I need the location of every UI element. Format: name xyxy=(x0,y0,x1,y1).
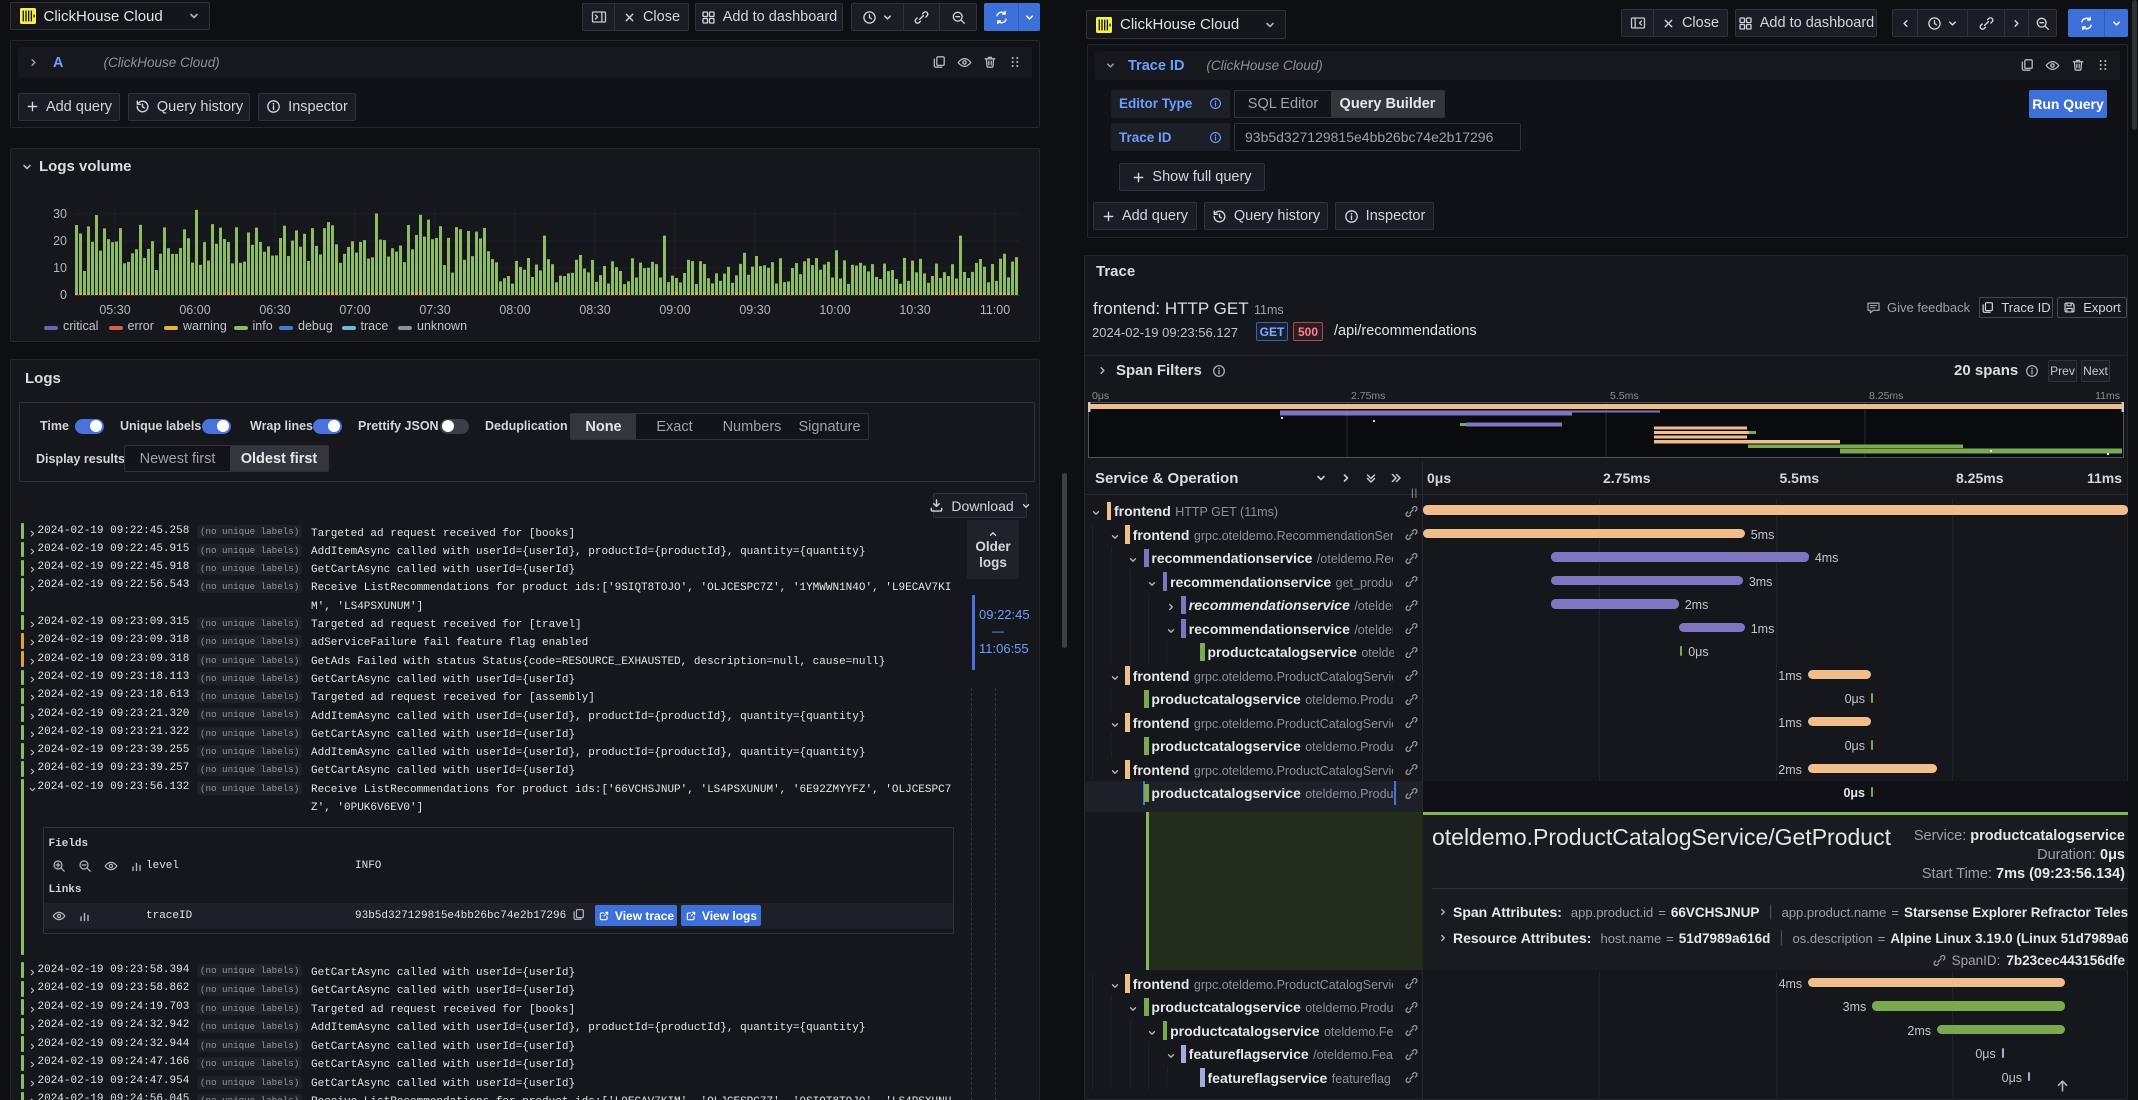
svg-text:8.25ms: 8.25ms xyxy=(1869,390,1903,402)
svg-text:09:30: 09:30 xyxy=(739,303,770,317)
svg-text:0μs: 0μs xyxy=(1092,390,1109,402)
svg-text:10:30: 10:30 xyxy=(899,303,930,317)
svg-text:06:30: 06:30 xyxy=(259,303,290,317)
svg-text:11ms: 11ms xyxy=(2095,390,2120,402)
svg-text:2.75ms: 2.75ms xyxy=(1351,390,1385,402)
svg-text:07:00: 07:00 xyxy=(339,303,370,317)
svg-text:11:00: 11:00 xyxy=(980,303,1010,317)
svg-text:06:00: 06:00 xyxy=(179,303,210,317)
svg-text:08:00: 08:00 xyxy=(499,303,530,317)
svg-text:09:00: 09:00 xyxy=(659,303,690,317)
svg-text:05:30: 05:30 xyxy=(99,303,130,317)
svg-text:07:30: 07:30 xyxy=(419,303,450,317)
svg-text:30: 30 xyxy=(53,207,67,221)
svg-text:5.5ms: 5.5ms xyxy=(1610,390,1639,402)
svg-text:10: 10 xyxy=(53,261,67,275)
svg-text:10:00: 10:00 xyxy=(819,303,850,317)
svg-text:08:30: 08:30 xyxy=(579,303,610,317)
svg-text:0: 0 xyxy=(60,288,67,302)
svg-text:20: 20 xyxy=(53,234,67,248)
